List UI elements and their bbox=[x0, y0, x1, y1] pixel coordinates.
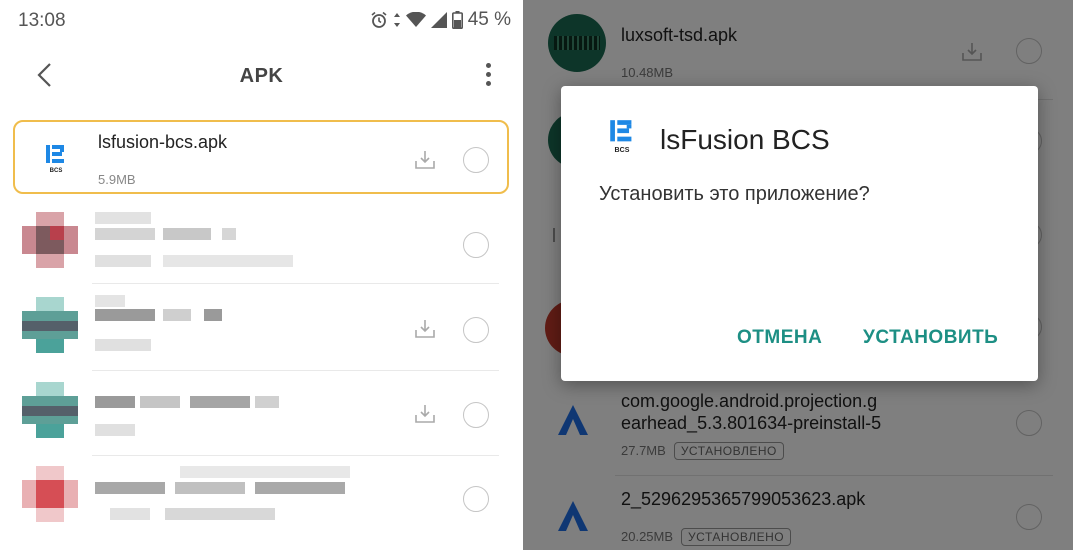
install-button[interactable]: УСТАНОВИТЬ bbox=[863, 327, 998, 349]
select-radio[interactable] bbox=[463, 486, 489, 512]
wifi-icon bbox=[405, 12, 426, 27]
download-icon[interactable] bbox=[413, 317, 437, 341]
data-arrows-icon bbox=[393, 13, 400, 27]
battery-percent: 45 % bbox=[467, 9, 511, 30]
list-item[interactable] bbox=[0, 458, 523, 550]
more-options-icon[interactable] bbox=[481, 60, 495, 90]
list-item[interactable] bbox=[0, 200, 523, 284]
blurred-app-icon bbox=[22, 466, 78, 522]
signal-icon bbox=[430, 12, 447, 28]
battery-icon bbox=[451, 11, 463, 29]
alarm-icon bbox=[371, 11, 387, 28]
status-bar: 13:08 45 % bbox=[0, 0, 523, 42]
blurred-app-icon bbox=[22, 297, 78, 353]
status-time: 13:08 bbox=[18, 10, 66, 31]
lsfusion-app-icon: BCS bbox=[610, 120, 632, 154]
select-radio[interactable] bbox=[463, 232, 489, 258]
select-radio[interactable] bbox=[463, 402, 489, 428]
blurred-app-icon bbox=[22, 212, 78, 268]
list-item[interactable] bbox=[0, 372, 523, 456]
cancel-button[interactable]: ОТМЕНА bbox=[737, 327, 822, 349]
dialog-title: lsFusion BCS bbox=[660, 124, 830, 155]
app-bar: APK bbox=[0, 48, 523, 104]
install-dialog-screen: luxsoft-tsd.apk 10.48MB com.google.andro… bbox=[523, 0, 1073, 550]
app-icon-label: BCS bbox=[615, 147, 630, 154]
dialog-message: Установить это приложение? bbox=[599, 183, 870, 205]
blurred-app-icon bbox=[22, 382, 78, 438]
page-title: APK bbox=[239, 65, 284, 87]
download-icon[interactable] bbox=[413, 402, 437, 426]
highlight-frame bbox=[13, 120, 509, 194]
install-dialog: BCS lsFusion BCS Установить это приложен… bbox=[561, 86, 1038, 381]
list-item[interactable] bbox=[0, 287, 523, 371]
file-manager-screen: 13:08 45 % APK BCS lsfusion-bcs.apk 5.9M… bbox=[0, 0, 523, 550]
select-radio[interactable] bbox=[463, 317, 489, 343]
